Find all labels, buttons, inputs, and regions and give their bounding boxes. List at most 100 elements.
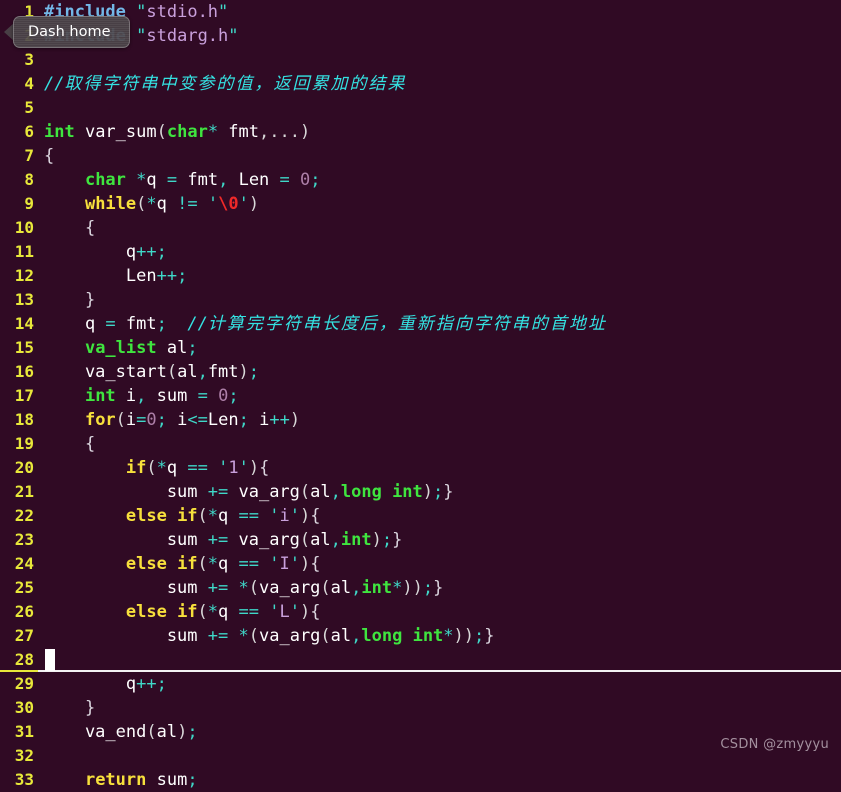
- code-token: ): [289, 410, 301, 430]
- code-token: q: [156, 194, 178, 214]
- code-line[interactable]: 14 q = fmt; //计算完字符串长度后，重新指向字符串的首地址: [0, 312, 841, 336]
- code-token: #include: [44, 2, 126, 22]
- code-token: ": [228, 26, 239, 46]
- code-line[interactable]: 7{: [0, 144, 841, 168]
- code-line[interactable]: 3: [0, 48, 841, 72]
- code-token: ;: [248, 362, 260, 382]
- code-token: ++;: [136, 242, 167, 262]
- code-line[interactable]: 10 {: [0, 216, 841, 240]
- line-number: 11: [14, 242, 34, 261]
- code-token: ,: [330, 482, 341, 502]
- line-number: 12: [14, 266, 34, 285]
- code-token: va_arg: [259, 578, 321, 598]
- code-token: ': [238, 458, 249, 478]
- code-token: ": [136, 26, 147, 46]
- code-line[interactable]: 12 Len++;: [0, 264, 841, 288]
- code-line[interactable]: 8 char *q = fmt, Len = 0;: [0, 168, 841, 192]
- code-text: else if(*q == 'L'){: [34, 600, 321, 624]
- code-token: ': [238, 194, 249, 214]
- text-cursor: [45, 649, 55, 671]
- code-token: char: [166, 122, 208, 142]
- code-token: *: [443, 626, 454, 646]
- code-line[interactable]: 26 else if(*q == 'L'){: [0, 600, 841, 624]
- code-token: al: [310, 530, 331, 550]
- line-number: 6: [24, 122, 34, 141]
- code-line[interactable]: 9 while(*q != '\0'): [0, 192, 841, 216]
- line-number: 19: [14, 434, 34, 453]
- code-token: sum: [44, 482, 208, 502]
- code-line[interactable]: 4//取得字符串中变参的值，返回累加的结果: [0, 72, 841, 96]
- code-line[interactable]: 6 int var_sum(char* fmt,...): [0, 120, 841, 144]
- code-token: else if: [125, 554, 198, 574]
- line-number: 13: [14, 290, 34, 309]
- code-token: ==: [238, 506, 260, 526]
- watermark-label: CSDN @zmyyyu: [720, 737, 829, 752]
- code-token: al: [330, 626, 352, 646]
- code-token: {: [259, 458, 270, 478]
- code-line[interactable]: 25 sum += *(va_arg(al,int*));}: [0, 576, 841, 600]
- code-line[interactable]: 31 va_end(al);: [0, 720, 841, 744]
- code-line[interactable]: 18 for(i=0; i<=Len; i++): [0, 408, 841, 432]
- code-line[interactable]: 27 sum += *(va_arg(al,long int*));}: [0, 624, 841, 648]
- code-token: \0: [218, 194, 239, 214]
- code-line[interactable]: 22 else if(*q == 'i'){: [0, 504, 841, 528]
- code-token: =: [197, 386, 208, 406]
- code-text: char *q = fmt, Len = 0;: [34, 168, 321, 192]
- code-line[interactable]: 19 {: [0, 432, 841, 456]
- code-line[interactable]: 24 else if(*q == 'I'){: [0, 552, 841, 576]
- line-number: 29: [14, 674, 34, 693]
- code-line[interactable]: 2 #include "stdarg.h": [0, 24, 841, 48]
- code-text: {: [34, 144, 54, 168]
- code-editor[interactable]: 1 #include "stdio.h" 2 #include "stdarg.h" 3…: [0, 0, 841, 790]
- code-token: (: [146, 458, 157, 478]
- code-token: (: [146, 722, 157, 742]
- code-line[interactable]: 16 va_start(al,fmt);: [0, 360, 841, 384]
- code-line[interactable]: 13 }: [0, 288, 841, 312]
- code-line[interactable]: 11 q++;: [0, 240, 841, 264]
- code-line[interactable]: 15 va_list al;: [0, 336, 841, 360]
- line-number: 23: [14, 530, 34, 549]
- code-token: ': [269, 554, 280, 574]
- code-line[interactable]: 5: [0, 96, 841, 120]
- code-line[interactable]: 21 sum += va_arg(al,long int);}: [0, 480, 841, 504]
- code-line[interactable]: 28: [0, 648, 841, 672]
- code-text: else if(*q == 'I'){: [34, 552, 321, 576]
- code-token: if: [125, 458, 147, 478]
- code-token: 0: [300, 170, 311, 190]
- code-token: ++;: [136, 674, 167, 694]
- line-number: 2: [24, 26, 34, 45]
- code-line[interactable]: 20 if(*q == '1'){: [0, 456, 841, 480]
- code-line[interactable]: 33 return sum;: [0, 768, 841, 792]
- code-token: q: [166, 458, 188, 478]
- code-token: ,: [136, 386, 147, 406]
- code-line[interactable]: 1 #include "stdio.h": [0, 0, 841, 24]
- line-number: 9: [24, 194, 34, 213]
- code-token: ): [177, 722, 188, 742]
- line-number: 28: [14, 650, 34, 669]
- code-text: while(*q != '\0'): [34, 192, 259, 216]
- code-line[interactable]: 23 sum += va_arg(al,int);}: [0, 528, 841, 552]
- code-line[interactable]: 29 q++;: [0, 672, 841, 696]
- code-token: char: [84, 170, 126, 190]
- code-line[interactable]: 32: [0, 744, 841, 768]
- code-token: q: [218, 602, 239, 622]
- code-token: int: [340, 530, 372, 550]
- code-line[interactable]: 17 int i, sum = 0;: [0, 384, 841, 408]
- code-token: {: [44, 146, 55, 166]
- code-token: ++: [269, 410, 290, 430]
- code-token: (: [248, 626, 259, 646]
- code-token: *: [207, 554, 219, 574]
- code-token: (: [197, 506, 208, 526]
- code-token: va_end: [44, 722, 147, 742]
- code-line[interactable]: 30 }: [0, 696, 841, 720]
- code-token: sum: [44, 626, 208, 646]
- code-token: 取得字符串中变参的值，返回累加的结果: [64, 74, 407, 94]
